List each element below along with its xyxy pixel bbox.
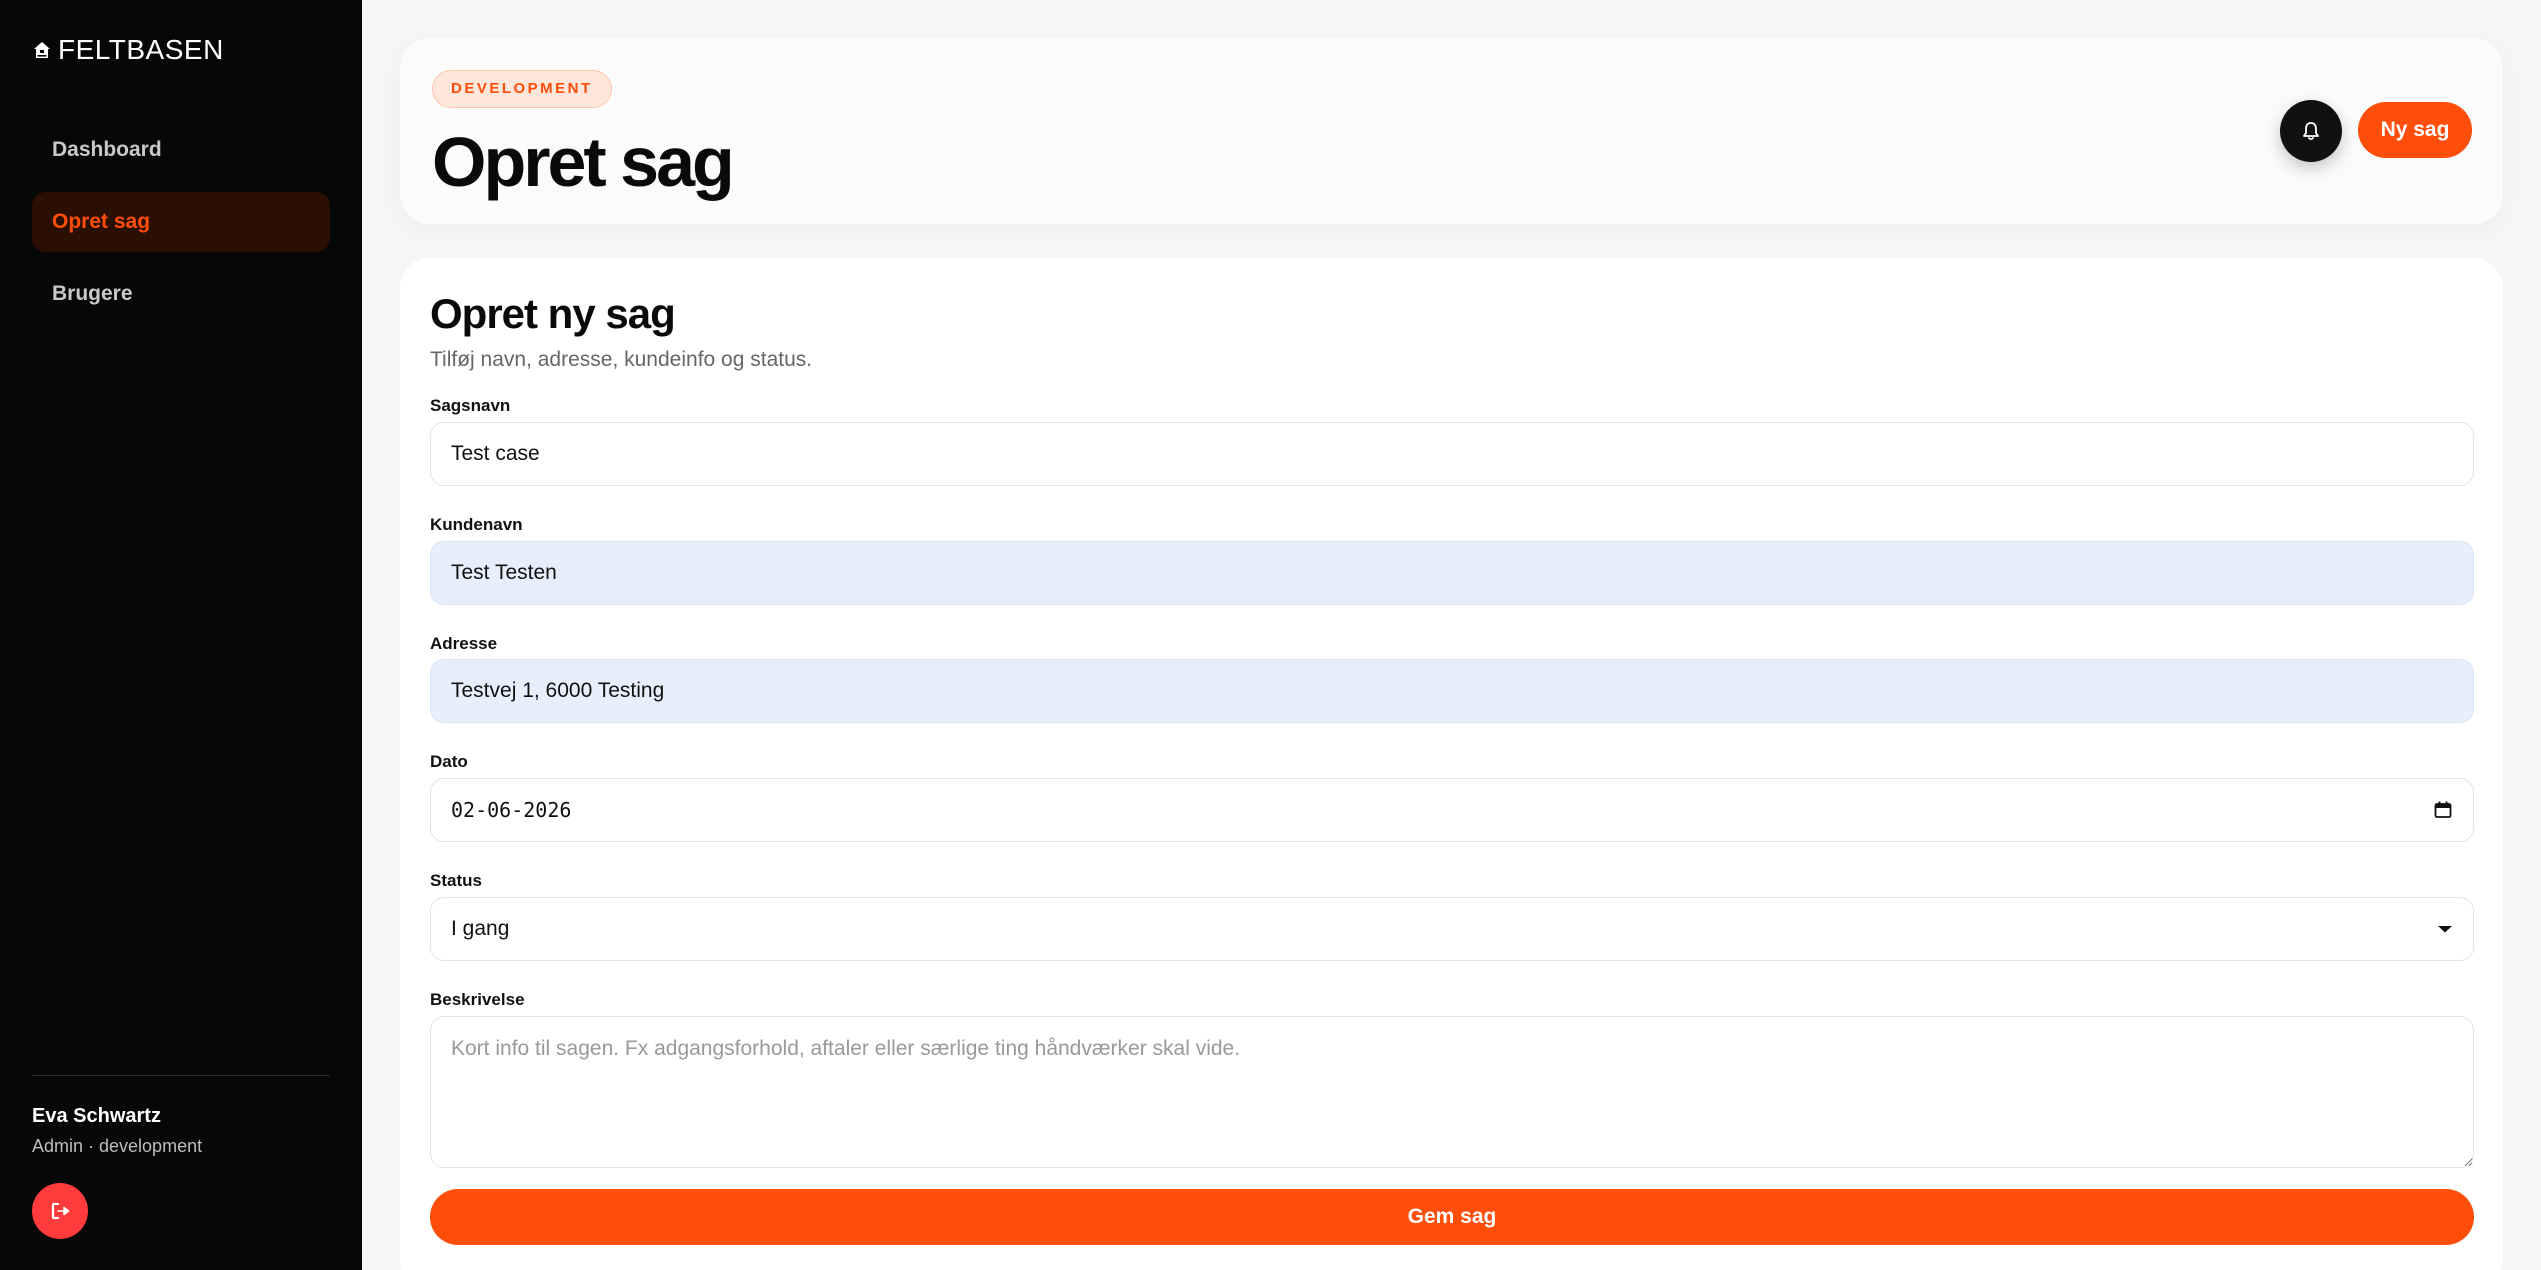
new-case-button[interactable]: Ny sag xyxy=(2358,102,2472,158)
user-role: Admin · development xyxy=(32,1136,203,1156)
user-name: Eva Schwartz xyxy=(32,1105,161,1127)
sidebar-item-brugere[interactable]: Brugere xyxy=(32,264,330,324)
chevron-down-icon xyxy=(2438,926,2452,933)
sidebar-nav: Dashboard Opret sag Brugere xyxy=(32,120,330,336)
address-label: Adresse xyxy=(430,634,498,653)
case-name-input[interactable] xyxy=(430,422,2474,486)
create-case-form: Opret ny sag Tilføj navn, adresse, kunde… xyxy=(400,258,2503,1270)
sidebar-divider xyxy=(32,1075,330,1076)
case-name-label: Sagsnavn xyxy=(430,396,511,415)
customer-name-input[interactable] xyxy=(430,541,2474,605)
page-title: Opret sag xyxy=(432,123,735,201)
description-textarea[interactable] xyxy=(430,1016,2474,1168)
brand-logo[interactable]: FELTBASEN xyxy=(32,34,224,66)
brand-name: FELTBASEN xyxy=(58,34,224,65)
address-input[interactable] xyxy=(430,659,2474,723)
house-icon xyxy=(34,42,50,58)
logout-icon xyxy=(51,1202,70,1220)
bell-icon xyxy=(2303,122,2319,141)
save-case-button[interactable]: Gem sag xyxy=(430,1189,2474,1245)
date-value: 02-06-2026 xyxy=(451,798,572,822)
status-value: I gang xyxy=(451,917,510,940)
description-label: Beskrivelse xyxy=(430,990,525,1009)
environment-badge: DEVELOPMENT xyxy=(432,70,612,108)
calendar-icon[interactable] xyxy=(2433,800,2453,820)
status-label: Status xyxy=(430,871,482,890)
sidebar: FELTBASEN Dashboard Opret sag Brugere Ev… xyxy=(0,0,362,1270)
status-select[interactable]: I gang xyxy=(430,897,2474,961)
form-subtitle: Tilføj navn, adresse, kundeinfo og statu… xyxy=(430,348,813,371)
sidebar-item-dashboard[interactable]: Dashboard xyxy=(32,120,330,180)
logout-button[interactable] xyxy=(32,1183,88,1239)
date-input[interactable]: 02-06-2026 xyxy=(430,778,2474,842)
notifications-button[interactable] xyxy=(2280,100,2342,162)
page-header: DEVELOPMENT Opret sag Ny sag xyxy=(400,38,2503,224)
date-label: Dato xyxy=(430,752,468,771)
form-title: Opret ny sag xyxy=(430,290,676,337)
customer-name-label: Kundenavn xyxy=(430,515,523,534)
sidebar-item-opret-sag[interactable]: Opret sag xyxy=(32,192,330,252)
